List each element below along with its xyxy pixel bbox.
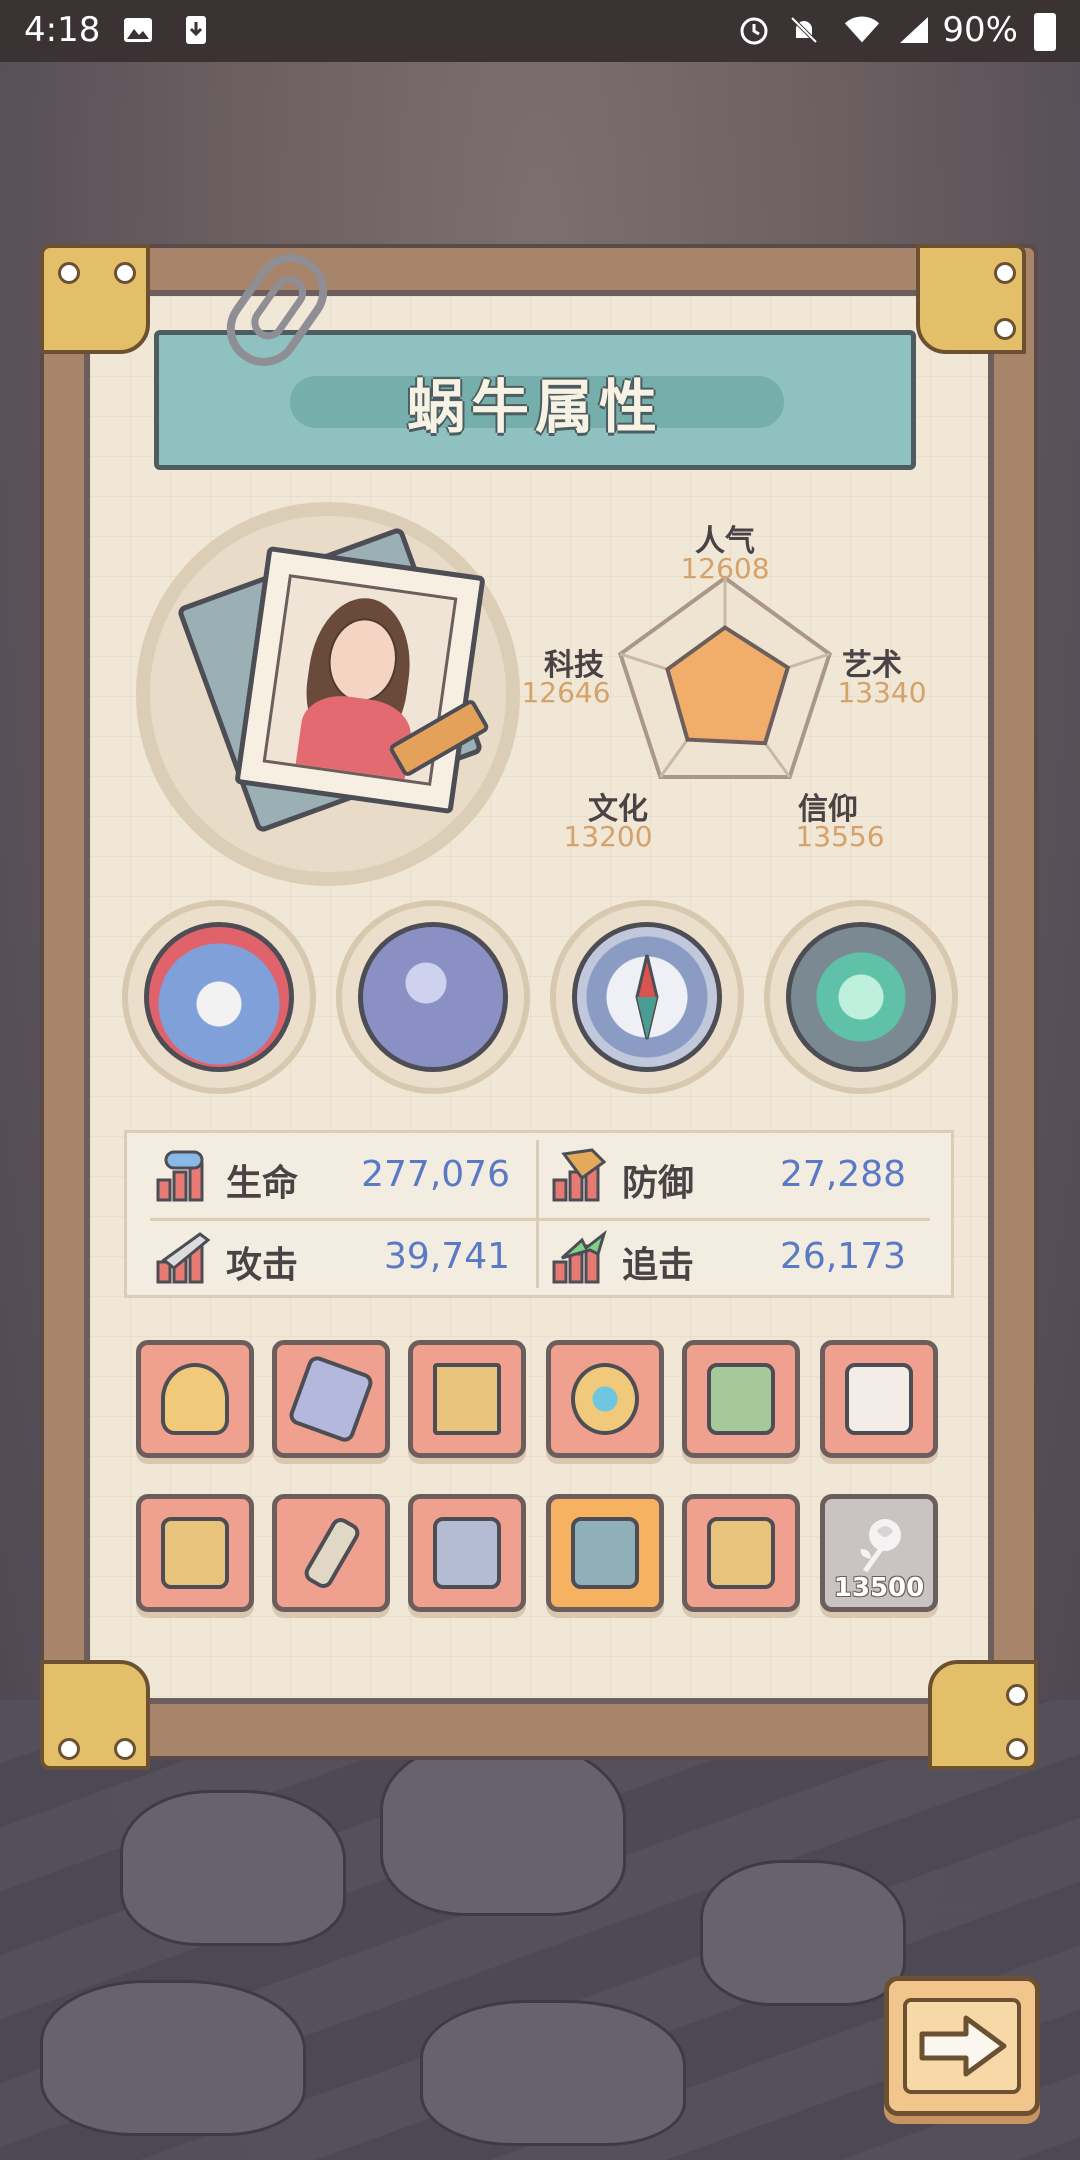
item-slot[interactable]	[546, 1340, 664, 1458]
compass-icon	[572, 922, 722, 1072]
item-slot[interactable]	[408, 1494, 526, 1612]
equipment-slot-2[interactable]	[336, 900, 530, 1094]
hp-label: 生命	[226, 1163, 299, 1204]
gauntlet-icon	[571, 1517, 639, 1589]
mech-wings-icon	[433, 1517, 501, 1589]
attack-value: 39,741	[384, 1236, 510, 1277]
panel-title: 蜗牛属性	[406, 373, 663, 441]
unlock-cost: 13500	[833, 1573, 925, 1603]
corner-bracket	[40, 1660, 150, 1770]
arrow-right-icon	[919, 2015, 1007, 2077]
item-slot[interactable]	[682, 1494, 800, 1612]
radar-value-art: 13340	[837, 676, 927, 709]
shell-helmet-icon	[358, 922, 508, 1072]
stats-divider	[536, 1140, 539, 1288]
character-portrait[interactable]	[234, 545, 486, 815]
crown-icon	[571, 1363, 639, 1435]
status-bar: 4:18 90%	[0, 0, 1080, 62]
equipment-slot-4[interactable]	[764, 900, 958, 1094]
stats-divider	[150, 1218, 930, 1221]
corner-bracket	[916, 244, 1026, 354]
download-icon	[178, 12, 214, 48]
apron-icon	[845, 1363, 913, 1435]
radar-value-tech: 12646	[521, 676, 611, 709]
hp-icon	[156, 1150, 204, 1202]
rock	[420, 2000, 686, 2146]
item-slot[interactable]	[136, 1340, 254, 1458]
radar-value-popularity: 12608	[680, 552, 770, 585]
item-slot[interactable]	[272, 1340, 390, 1458]
image-icon	[120, 12, 156, 48]
blaster-icon	[161, 1517, 229, 1589]
defense-value: 27,288	[780, 1154, 906, 1195]
rock	[40, 1980, 306, 2136]
rock	[120, 1790, 346, 1946]
shark-octopus-icon	[144, 922, 294, 1072]
bell-off-icon	[786, 12, 822, 48]
radar-value-faith: 13556	[795, 820, 885, 853]
radar-value-culture: 13200	[563, 820, 653, 853]
next-button-face	[903, 1998, 1021, 2094]
hp-value: 277,076	[361, 1154, 510, 1195]
item-slot[interactable]	[820, 1340, 938, 1458]
battery-percent: 90%	[942, 10, 1018, 50]
item-slot-locked[interactable]: 13500	[820, 1494, 938, 1612]
scales-icon	[433, 1363, 501, 1435]
item-slot[interactable]	[408, 1340, 526, 1458]
pursuit-icon	[552, 1230, 607, 1284]
item-slot[interactable]	[682, 1340, 800, 1458]
signal-icon	[896, 12, 932, 48]
rock	[700, 1860, 906, 2006]
pursuit-label: 追击	[622, 1245, 695, 1286]
dagger-icon	[301, 1514, 363, 1592]
item-slot[interactable]	[136, 1494, 254, 1612]
crystal-icon	[286, 1353, 376, 1445]
alarm-icon	[736, 12, 772, 48]
lantern-hammer-icon	[707, 1363, 775, 1435]
skull-mace-icon	[161, 1363, 229, 1435]
equipment-slot-1[interactable]	[122, 900, 316, 1094]
equipment-slot-3[interactable]	[550, 900, 744, 1094]
defense-label: 防御	[622, 1163, 695, 1204]
battery-icon	[1034, 13, 1056, 51]
next-button[interactable]	[884, 1976, 1040, 2116]
defense-icon	[552, 1148, 607, 1202]
pursuit-value: 26,173	[780, 1236, 906, 1277]
rose-icon	[860, 1519, 901, 1573]
status-time: 4:18	[24, 10, 101, 50]
corner-bracket	[40, 244, 150, 354]
item-slot[interactable]	[546, 1494, 664, 1612]
item-slot[interactable]	[272, 1494, 390, 1612]
attack-icon	[156, 1232, 211, 1284]
wifi-icon	[844, 12, 880, 48]
attack-label: 攻击	[226, 1245, 299, 1286]
swirl-orb-icon	[786, 922, 936, 1072]
rock	[380, 1740, 626, 1916]
corner-bracket	[928, 1660, 1038, 1770]
raygun-icon	[707, 1517, 775, 1589]
